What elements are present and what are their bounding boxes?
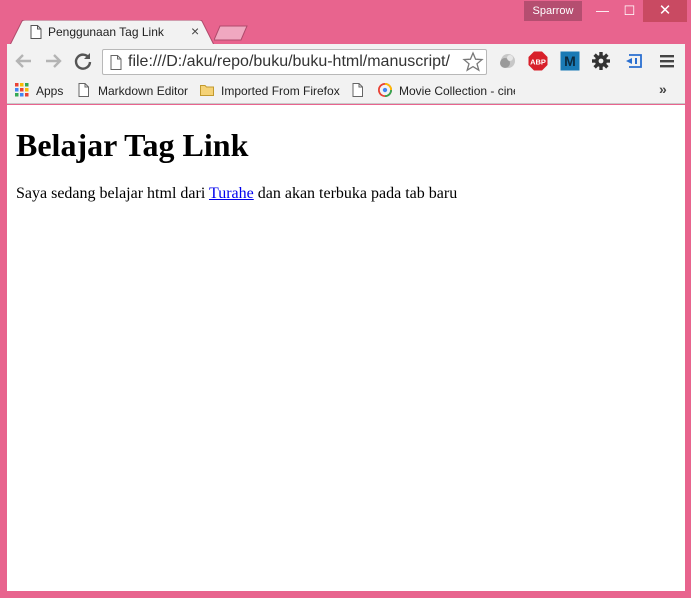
extension-icon[interactable] <box>497 51 517 71</box>
gear-icon[interactable] <box>591 51 611 71</box>
bookmarks-bar: Apps Markdown Editor Imported From Firef… <box>7 78 685 104</box>
page-heading: Belajar Tag Link <box>16 127 249 163</box>
bookmarks-overflow-icon[interactable]: » <box>659 81 667 97</box>
page-paragraph: Saya sedang belajar html dari Turahe dan… <box>16 185 457 203</box>
bookmark-label: Markdown Editor <box>98 84 189 98</box>
toolbar: file:///D:/aku/repo/buku/buku-html/manus… <box>7 44 685 78</box>
bookmark-folder-imported[interactable]: Imported From Firefox <box>200 82 340 100</box>
bookmark-markdown-editor[interactable]: Markdown Editor <box>77 82 197 100</box>
page-content: Belajar Tag Link Saya sedang belajar htm… <box>7 105 685 591</box>
menu-icon[interactable] <box>657 51 677 71</box>
tab-title: Penggunaan Tag Link <box>48 25 164 39</box>
bookmark-label: Imported From Firefox <box>221 84 340 98</box>
bookmark-untitled[interactable] <box>351 82 367 100</box>
page-icon <box>352 83 363 97</box>
minimize-button[interactable]: — <box>589 0 616 22</box>
address-bar[interactable]: file:///D:/aku/repo/buku/buku-html/manus… <box>102 49 487 75</box>
tab-close-icon[interactable]: × <box>191 23 199 39</box>
maximize-button[interactable]: ☐ <box>616 0 643 22</box>
paragraph-text-after: dan akan terbuka pada tab baru <box>253 185 458 202</box>
turahe-link[interactable]: Turahe <box>209 185 254 202</box>
paragraph-text-before: Saya sedang belajar html dari <box>16 185 209 202</box>
bookmark-star-icon[interactable] <box>462 51 484 73</box>
folder-icon <box>200 85 214 96</box>
abp-label: ABP <box>530 58 546 67</box>
adblock-plus-icon[interactable]: ABP <box>528 51 548 71</box>
m-extension-icon[interactable]: M <box>560 51 580 71</box>
cast-icon[interactable] <box>624 51 644 71</box>
bookmark-movie-collection[interactable]: Movie Collection - cinema <box>378 82 523 100</box>
new-tab-button[interactable] <box>214 25 248 41</box>
tab-active[interactable]: Penggunaan Tag Link × <box>10 20 214 45</box>
back-icon[interactable] <box>13 50 35 72</box>
bookmark-label: Movie Collection - cinema <box>399 84 515 98</box>
page-icon <box>30 25 42 39</box>
close-window-button[interactable]: ✕ <box>643 0 687 22</box>
page-icon <box>78 83 89 97</box>
title-bar: Sparrow — ☐ ✕ Penggunaan Tag Link × <box>0 0 691 45</box>
forward-icon[interactable] <box>42 50 64 72</box>
url-text[interactable]: file:///D:/aku/repo/buku/buku-html/manus… <box>128 53 450 71</box>
reload-icon[interactable] <box>72 50 94 72</box>
bookmark-label: Apps <box>36 84 64 98</box>
movie-icon <box>378 83 392 97</box>
m-label: M <box>564 53 576 69</box>
bookmark-apps[interactable]: Apps <box>15 82 75 100</box>
profile-button[interactable]: Sparrow <box>524 1 582 21</box>
page-icon <box>110 55 122 70</box>
apps-grid-icon <box>15 83 29 97</box>
